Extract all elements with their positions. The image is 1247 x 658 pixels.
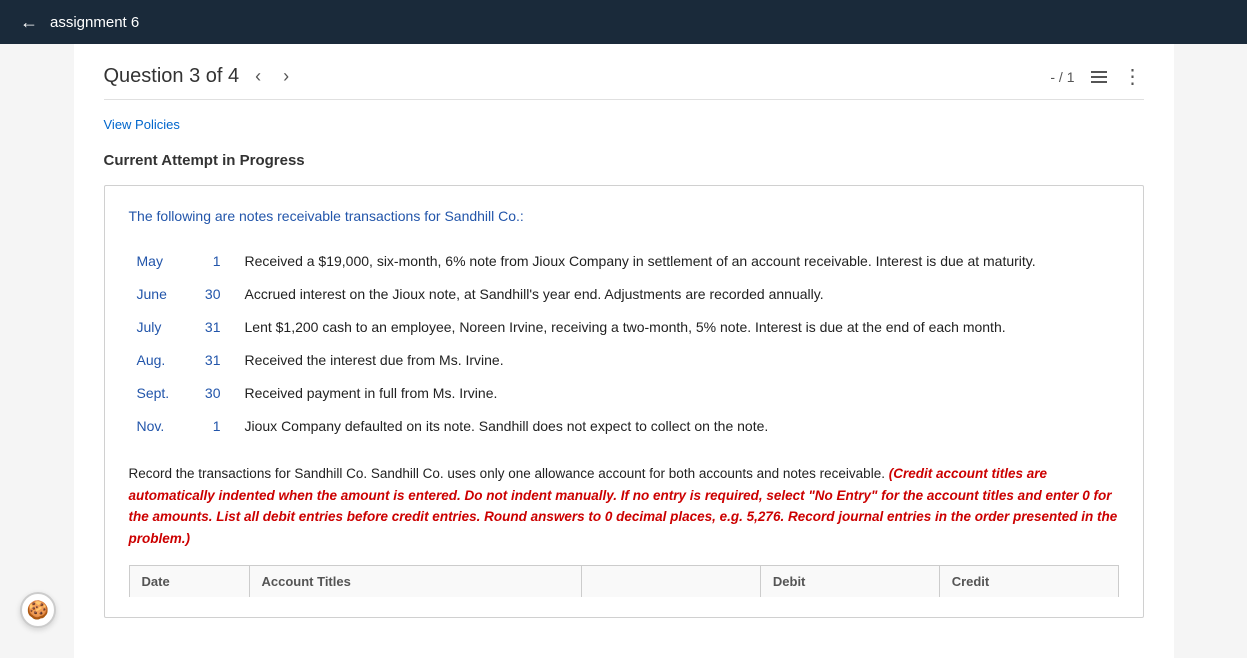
table-row: Aug. 31 Received the interest due from M…	[129, 344, 1119, 377]
date-day: 1	[189, 410, 229, 443]
date-day: 1	[189, 245, 229, 278]
next-question-button[interactable]: ›	[277, 64, 295, 89]
cookie-icon-glyph: 🍪	[27, 600, 49, 621]
transaction-description: Received payment in full from Ms. Irvine…	[229, 377, 1119, 410]
transaction-description: Received the interest due from Ms. Irvin…	[229, 344, 1119, 377]
col-date: Date	[130, 566, 250, 597]
transaction-description: Accrued interest on the Jioux note, at S…	[229, 278, 1119, 311]
table-row: July 31 Lent $1,200 cash to an employee,…	[129, 311, 1119, 344]
main-content: Question 3 of 4 ‹ › - / 1 ⋮ View Policie…	[74, 44, 1174, 658]
cookie-icon-button[interactable]: 🍪	[20, 592, 56, 628]
list-icon[interactable]	[1091, 71, 1107, 83]
transaction-description: Jioux Company defaulted on its note. San…	[229, 410, 1119, 443]
top-bar: ← assignment 6	[0, 0, 1247, 44]
attempt-status: Current Attempt in Progress	[104, 152, 1144, 169]
date-month: Nov.	[129, 410, 189, 443]
transaction-description: Received a $19,000, six-month, 6% note f…	[229, 245, 1119, 278]
problem-box: The following are notes receivable trans…	[104, 185, 1144, 618]
date-day: 30	[189, 278, 229, 311]
back-button[interactable]: ←	[20, 12, 38, 33]
table-row: Nov. 1 Jioux Company defaulted on its no…	[129, 410, 1119, 443]
transactions-table: May 1 Received a $19,000, six-month, 6% …	[129, 245, 1119, 443]
date-month: July	[129, 311, 189, 344]
table-row: June 30 Accrued interest on the Jioux no…	[129, 278, 1119, 311]
problem-intro: The following are notes receivable trans…	[129, 206, 1119, 227]
assignment-title: assignment 6	[50, 14, 139, 31]
date-day: 31	[189, 311, 229, 344]
score-indicator: - / 1	[1050, 69, 1074, 85]
journal-table-header: Date Account Titles Debit Credit	[129, 565, 1119, 597]
more-options-button[interactable]: ⋮	[1123, 64, 1144, 89]
col-account-titles: Account Titles	[250, 566, 583, 597]
date-month: Sept.	[129, 377, 189, 410]
view-policies-link[interactable]: View Policies	[104, 117, 180, 132]
col-empty	[582, 566, 761, 597]
date-month: June	[129, 278, 189, 311]
col-debit: Debit	[761, 566, 940, 597]
instructions: Record the transactions for Sandhill Co.…	[129, 463, 1119, 549]
question-nav: Question 3 of 4 ‹ ›	[104, 64, 296, 89]
date-month: Aug.	[129, 344, 189, 377]
col-credit: Credit	[940, 566, 1118, 597]
transaction-description: Lent $1,200 cash to an employee, Noreen …	[229, 311, 1119, 344]
date-month: May	[129, 245, 189, 278]
instructions-normal: Record the transactions for Sandhill Co.…	[129, 466, 885, 481]
question-label: Question 3 of 4	[104, 65, 240, 88]
table-row: Sept. 30 Received payment in full from M…	[129, 377, 1119, 410]
table-row: May 1 Received a $19,000, six-month, 6% …	[129, 245, 1119, 278]
prev-question-button[interactable]: ‹	[249, 64, 267, 89]
question-controls: - / 1 ⋮	[1050, 64, 1143, 89]
date-day: 31	[189, 344, 229, 377]
question-header: Question 3 of 4 ‹ › - / 1 ⋮	[104, 64, 1144, 100]
date-day: 30	[189, 377, 229, 410]
